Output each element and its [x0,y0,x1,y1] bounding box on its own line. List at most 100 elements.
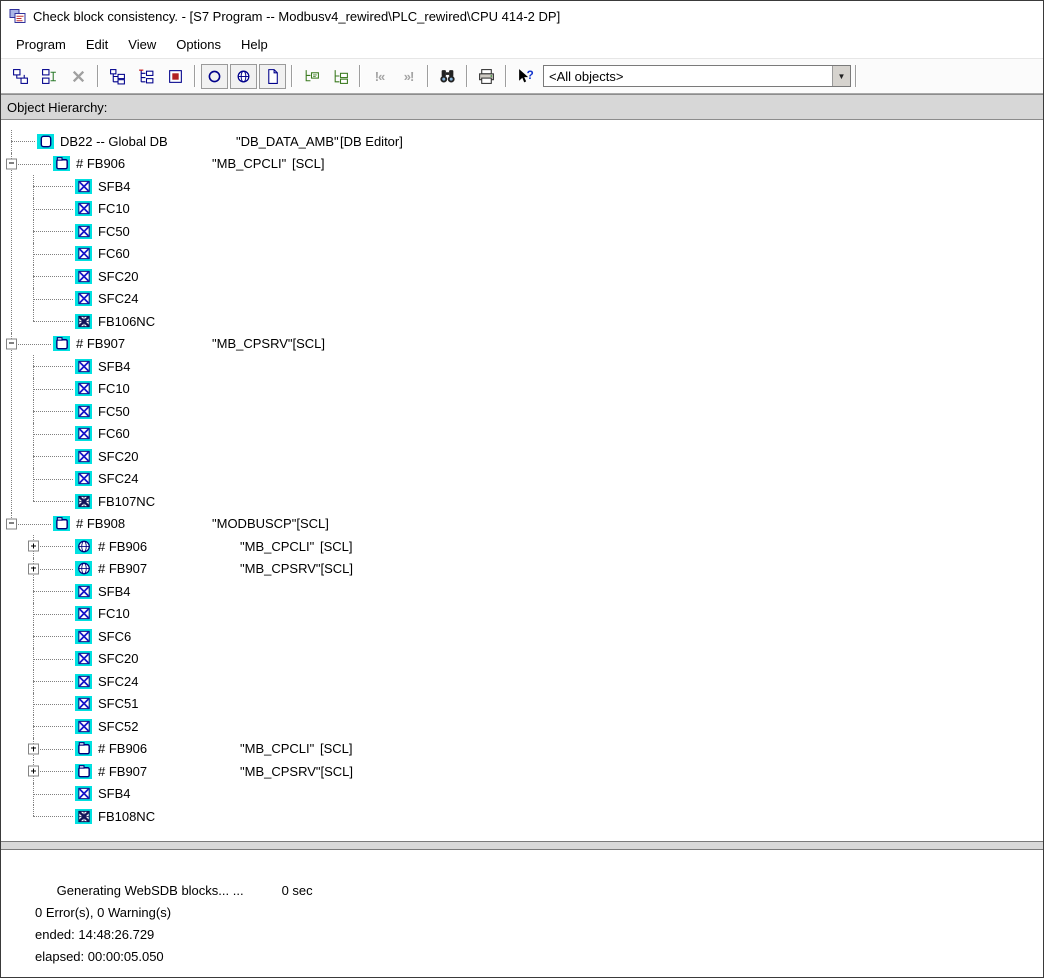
expander-minus-icon[interactable] [6,518,17,529]
find-button[interactable] [434,64,461,89]
tree-gutter [33,738,75,761]
tree-row-fc10[interactable]: FC10 [33,603,1043,626]
previous-error-button[interactable]: !« [366,64,393,89]
object-filter-dropdown[interactable]: <All objects>▼ [543,65,851,87]
reference-tree-button[interactable] [298,64,325,89]
block-symbolic-name: "MB_CPCLI" [240,741,320,756]
blocks-check-icon [12,68,29,85]
next-error-button[interactable]: »! [395,64,422,89]
dropdown-value: <All objects> [544,69,832,84]
tree-row-fc10[interactable]: FC10 [33,378,1043,401]
tree-row-sfb4[interactable]: SFB4 [33,783,1043,806]
tree-row-fb106nc[interactable]: FB106NC [33,310,1043,333]
block-name: SFC24 [98,471,138,486]
tree-row-sfc20[interactable]: SFC20 [33,648,1043,671]
expander-plus-icon[interactable] [28,743,39,754]
tree-node: SFC20 [33,648,1043,671]
tree-row-sfc51[interactable]: SFC51 [33,693,1043,716]
title-bar[interactable]: Check block consistency. - [S7 Program -… [1,1,1043,31]
menu-item-view[interactable]: View [118,33,166,56]
toolbar: !«»!?<All objects>▼ [1,58,1043,94]
block-hierarchy-tree[interactable]: DB22 -- Global DB"DB_DATA_AMB"[DB Editor… [1,120,1043,841]
expander-plus-icon[interactable] [28,541,39,552]
tree-node: # FB908"MODBUSCP"[SCL]# FB906"MB_CPCLI"[… [11,513,1043,828]
context-help-button[interactable]: ? [512,64,539,89]
block-symbolic-name: "DB_DATA_AMB" [236,134,340,149]
tree-node: SFC20 [33,265,1043,288]
menu-item-help[interactable]: Help [231,33,278,56]
expander-minus-icon[interactable] [6,338,17,349]
tree-row-sfb4[interactable]: SFB4 [33,175,1043,198]
tree-node: SFC6 [33,625,1043,648]
check-consistency-button[interactable] [7,64,34,89]
filter-doc-button[interactable] [259,64,286,89]
doc-icon [264,68,281,85]
tree-row-fb908[interactable]: # FB908"MODBUSCP"[SCL] [11,513,1043,536]
check-all-blocks-button[interactable] [36,64,63,89]
tree-row-sfc6[interactable]: SFC6 [33,625,1043,648]
tree-row-db22globaldb[interactable]: DB22 -- Global DB"DB_DATA_AMB"[DB Editor… [11,130,1043,153]
tree-row-fc50[interactable]: FC50 [33,400,1043,423]
menu-item-options[interactable]: Options [166,33,231,56]
block-crossed-icon [75,381,92,396]
next-error-icon: »! [404,69,414,84]
window-title: Check block consistency. - [S7 Program -… [33,9,560,24]
fb-block-icon [75,764,92,779]
compile-button[interactable] [162,64,189,89]
print-button[interactable] [473,64,500,89]
tree-gutter [33,243,75,266]
output-line: 0 Error(s), 0 Warning(s) [35,902,1035,924]
expander-minus-icon[interactable] [6,158,17,169]
reference-tree-alt-button[interactable] [327,64,354,89]
tree-row-fb906[interactable]: # FB906"MB_CPCLI"[SCL] [11,153,1043,176]
tree-row-fc10[interactable]: FC10 [33,198,1043,221]
tree-row-fc60[interactable]: FC60 [33,243,1043,266]
toolbar-separator [427,65,429,87]
tree-row-sfc20[interactable]: SFC20 [33,445,1043,468]
block-name: SFC24 [98,291,138,306]
tree-row-fb907[interactable]: # FB907"MB_CPSRV"[SCL] [11,333,1043,356]
menu-item-program[interactable]: Program [6,33,76,56]
block-name: FB108NC [98,809,155,824]
tree-node: # FB907"MB_CPSRV"[SCL] [33,760,1043,783]
tree-row-sfc24[interactable]: SFC24 [33,288,1043,311]
tree-row-sfb4[interactable]: SFB4 [33,580,1043,603]
expander-plus-icon[interactable] [28,766,39,777]
globe-block-icon [75,561,92,576]
block-name: SFB4 [98,584,131,599]
block-crossed-icon [75,584,92,599]
block-symbolic-name: "MODBUSCP" [212,516,296,531]
tree-row-fb907[interactable]: # FB907"MB_CPSRV"[SCL] [33,558,1043,581]
tree-row-fb906[interactable]: # FB906"MB_CPCLI"[SCL] [33,738,1043,761]
expander-plus-icon[interactable] [28,563,39,574]
prev-error-icon: !« [375,69,385,84]
binoculars-icon [439,68,456,85]
tree-gutter [11,153,53,176]
dependency-view-button[interactable] [133,64,160,89]
tree-row-sfb4[interactable]: SFB4 [33,355,1043,378]
tree-row-sfc20[interactable]: SFC20 [33,265,1043,288]
tree-row-fb107nc[interactable]: FB107NC [33,490,1043,513]
chevron-down-icon[interactable]: ▼ [832,66,850,86]
menu-item-edit[interactable]: Edit [76,33,118,56]
tree-row-sfc52[interactable]: SFC52 [33,715,1043,738]
tree-node: # FB907"MB_CPSRV"[SCL]SFB4FC10FC50FC60SF… [11,333,1043,513]
tree-gutter [33,558,75,581]
tree-row-fb906[interactable]: # FB906"MB_CPCLI"[SCL] [33,535,1043,558]
block-name: SFB4 [98,786,131,801]
filter-circle-button[interactable] [201,64,228,89]
tree-row-sfc24[interactable]: SFC24 [33,468,1043,491]
filter-globe-button[interactable] [230,64,257,89]
tree-row-fb108nc[interactable]: FB108NC [33,805,1043,828]
tree-row-sfc24[interactable]: SFC24 [33,670,1043,693]
pane-splitter[interactable] [1,841,1043,850]
tree-view-button[interactable] [104,64,131,89]
block-crossed-icon [75,786,92,801]
tree-marks-icon [138,68,155,85]
tree-row-fc60[interactable]: FC60 [33,423,1043,446]
output-panel[interactable]: Generating WebSDB blocks... ...0 sec 0 E… [1,850,1043,977]
delete-button[interactable] [65,64,92,89]
tree-gutter [33,175,75,198]
tree-row-fc50[interactable]: FC50 [33,220,1043,243]
tree-row-fb907[interactable]: # FB907"MB_CPSRV"[SCL] [33,760,1043,783]
